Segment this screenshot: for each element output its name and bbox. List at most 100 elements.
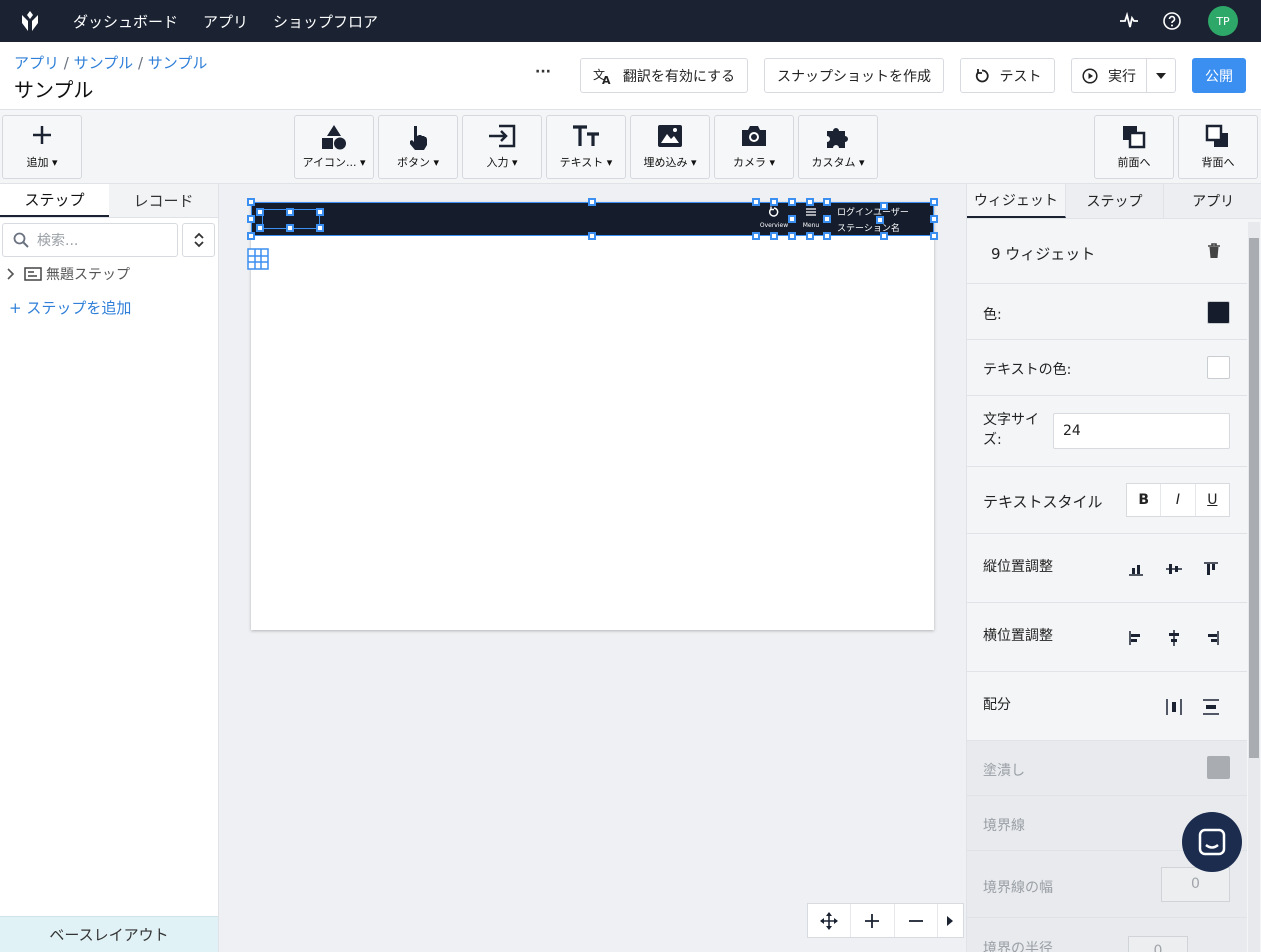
- trash-icon[interactable]: [1207, 243, 1221, 259]
- selection-handle[interactable]: [806, 232, 814, 240]
- collapse-button[interactable]: [938, 904, 963, 937]
- selection-handle[interactable]: [788, 198, 796, 206]
- custom-tool[interactable]: カスタム ▾: [798, 115, 878, 179]
- selection-handle[interactable]: [256, 224, 264, 232]
- selection-handle[interactable]: [806, 198, 814, 206]
- snapshot-button[interactable]: スナップショットを作成: [764, 58, 944, 93]
- selection-handle[interactable]: [788, 232, 796, 240]
- selection-handle[interactable]: [247, 198, 255, 206]
- translate-button[interactable]: 文A 翻訳を有効にする: [580, 58, 748, 93]
- tab-widget[interactable]: ウィジェット: [967, 184, 1066, 218]
- add-step-link[interactable]: + ステップを追加: [9, 297, 131, 318]
- selection-handle[interactable]: [316, 208, 324, 216]
- chevron-right-icon[interactable]: [6, 268, 16, 280]
- station-name-text[interactable]: ステーション名: [837, 221, 900, 234]
- icons-tool[interactable]: アイコン... ▾: [294, 115, 374, 179]
- align-center-icon[interactable]: [1167, 630, 1181, 646]
- tulip-logo-icon[interactable]: [18, 9, 42, 33]
- tab-records[interactable]: レコード: [109, 184, 218, 217]
- selection-handle[interactable]: [876, 216, 884, 224]
- buttons-tool[interactable]: ボタン ▾: [378, 115, 458, 179]
- italic-button[interactable]: I: [1161, 484, 1196, 516]
- selection-handle[interactable]: [588, 198, 596, 206]
- help-icon[interactable]: [1162, 11, 1182, 31]
- selection-handle[interactable]: [930, 198, 938, 206]
- add-button[interactable]: 追加 ▾: [2, 115, 82, 179]
- vertical-align-row: 縦位置調整: [967, 534, 1247, 603]
- search-input[interactable]: 検索...: [2, 223, 178, 257]
- selection-handle[interactable]: [823, 232, 831, 240]
- font-size-input[interactable]: 24: [1053, 413, 1230, 449]
- distribute-vertical-icon[interactable]: [1203, 699, 1219, 715]
- input-tool[interactable]: 入力 ▾: [462, 115, 542, 179]
- sort-button[interactable]: [182, 223, 215, 257]
- selection-handle[interactable]: [770, 232, 778, 240]
- selection-handle[interactable]: [752, 232, 760, 240]
- embed-tool[interactable]: 埋め込み ▾: [630, 115, 710, 179]
- selection-handle[interactable]: [247, 215, 255, 223]
- selection-handle[interactable]: [930, 232, 938, 240]
- selection-handle[interactable]: [823, 215, 831, 223]
- distribute-horizontal-icon[interactable]: [1166, 699, 1182, 715]
- selection-handle[interactable]: [752, 198, 760, 206]
- grid-icon[interactable]: [247, 248, 269, 270]
- tab-steps[interactable]: ステップ: [0, 184, 109, 217]
- underline-button[interactable]: U: [1196, 484, 1229, 516]
- login-user-text[interactable]: ログインユーザー: [837, 205, 909, 218]
- selection-handle[interactable]: [256, 208, 264, 216]
- avatar[interactable]: TP: [1208, 6, 1238, 36]
- color-swatch[interactable]: [1207, 301, 1230, 324]
- input-label: 入力: [486, 156, 509, 169]
- align-bottom-icon[interactable]: [1129, 562, 1143, 576]
- chat-launcher-button[interactable]: [1182, 812, 1242, 872]
- activity-icon[interactable]: [1119, 12, 1139, 30]
- selection-handle[interactable]: [286, 224, 294, 232]
- selection-handle[interactable]: [930, 215, 938, 223]
- breadcrumb-app[interactable]: サンプル: [74, 54, 134, 72]
- selection-handle[interactable]: [880, 232, 888, 240]
- pan-button[interactable]: [808, 904, 852, 937]
- more-options-button[interactable]: ···: [535, 64, 551, 80]
- align-top-icon[interactable]: [1204, 562, 1218, 576]
- scrollbar[interactable]: [1248, 222, 1260, 952]
- zoom-out-button[interactable]: [895, 904, 938, 937]
- menu-button[interactable]: Menu: [797, 206, 825, 234]
- run-dropdown-button[interactable]: [1146, 58, 1176, 93]
- selection-handle[interactable]: [286, 208, 294, 216]
- nav-apps[interactable]: アプリ: [203, 11, 248, 32]
- bold-button[interactable]: B: [1127, 484, 1162, 516]
- base-layout-button[interactable]: ベースレイアウト: [0, 916, 218, 952]
- breadcrumb-step[interactable]: サンプル: [148, 54, 208, 72]
- nav-shopfloor[interactable]: ショップフロア: [273, 11, 378, 32]
- align-middle-icon[interactable]: [1166, 562, 1182, 576]
- selection-handle[interactable]: [880, 202, 888, 210]
- selection-handle[interactable]: [247, 232, 255, 240]
- widget-count-row: 9 ウィジェット: [967, 219, 1247, 284]
- scrollbar-thumb[interactable]: [1249, 238, 1259, 758]
- test-button[interactable]: テスト: [960, 58, 1055, 93]
- breadcrumb-apps[interactable]: アプリ: [14, 54, 59, 72]
- send-back-button[interactable]: 背面へ: [1178, 115, 1258, 179]
- text-color-swatch[interactable]: [1207, 356, 1230, 379]
- shapes-icon: [322, 125, 346, 150]
- selection-handle[interactable]: [588, 232, 596, 240]
- run-button[interactable]: 実行: [1071, 58, 1146, 93]
- selection-handle[interactable]: [788, 215, 796, 223]
- bring-front-button[interactable]: 前面へ: [1094, 115, 1174, 179]
- nav-dashboard[interactable]: ダッシュボード: [73, 11, 178, 32]
- publish-button[interactable]: 公開: [1192, 58, 1246, 93]
- zoom-in-button[interactable]: [851, 904, 895, 937]
- selection-handle[interactable]: [770, 198, 778, 206]
- text-tool[interactable]: テキスト ▾: [546, 115, 626, 179]
- selection-handle[interactable]: [316, 224, 324, 232]
- app-canvas[interactable]: Overview Menu ログインユーザー ステーション名: [247, 198, 938, 630]
- align-right-icon[interactable]: [1205, 631, 1219, 645]
- align-left-icon[interactable]: [1129, 631, 1143, 645]
- selection-handle[interactable]: [823, 198, 831, 206]
- tab-step[interactable]: ステップ: [1065, 184, 1165, 218]
- camera-tool[interactable]: カメラ ▾: [714, 115, 794, 179]
- overview-button[interactable]: Overview: [757, 206, 791, 234]
- tab-app[interactable]: アプリ: [1164, 184, 1261, 218]
- header-bar-widget[interactable]: Overview Menu ログインユーザー ステーション名: [251, 202, 934, 236]
- step-item[interactable]: 無題ステップ: [6, 264, 130, 284]
